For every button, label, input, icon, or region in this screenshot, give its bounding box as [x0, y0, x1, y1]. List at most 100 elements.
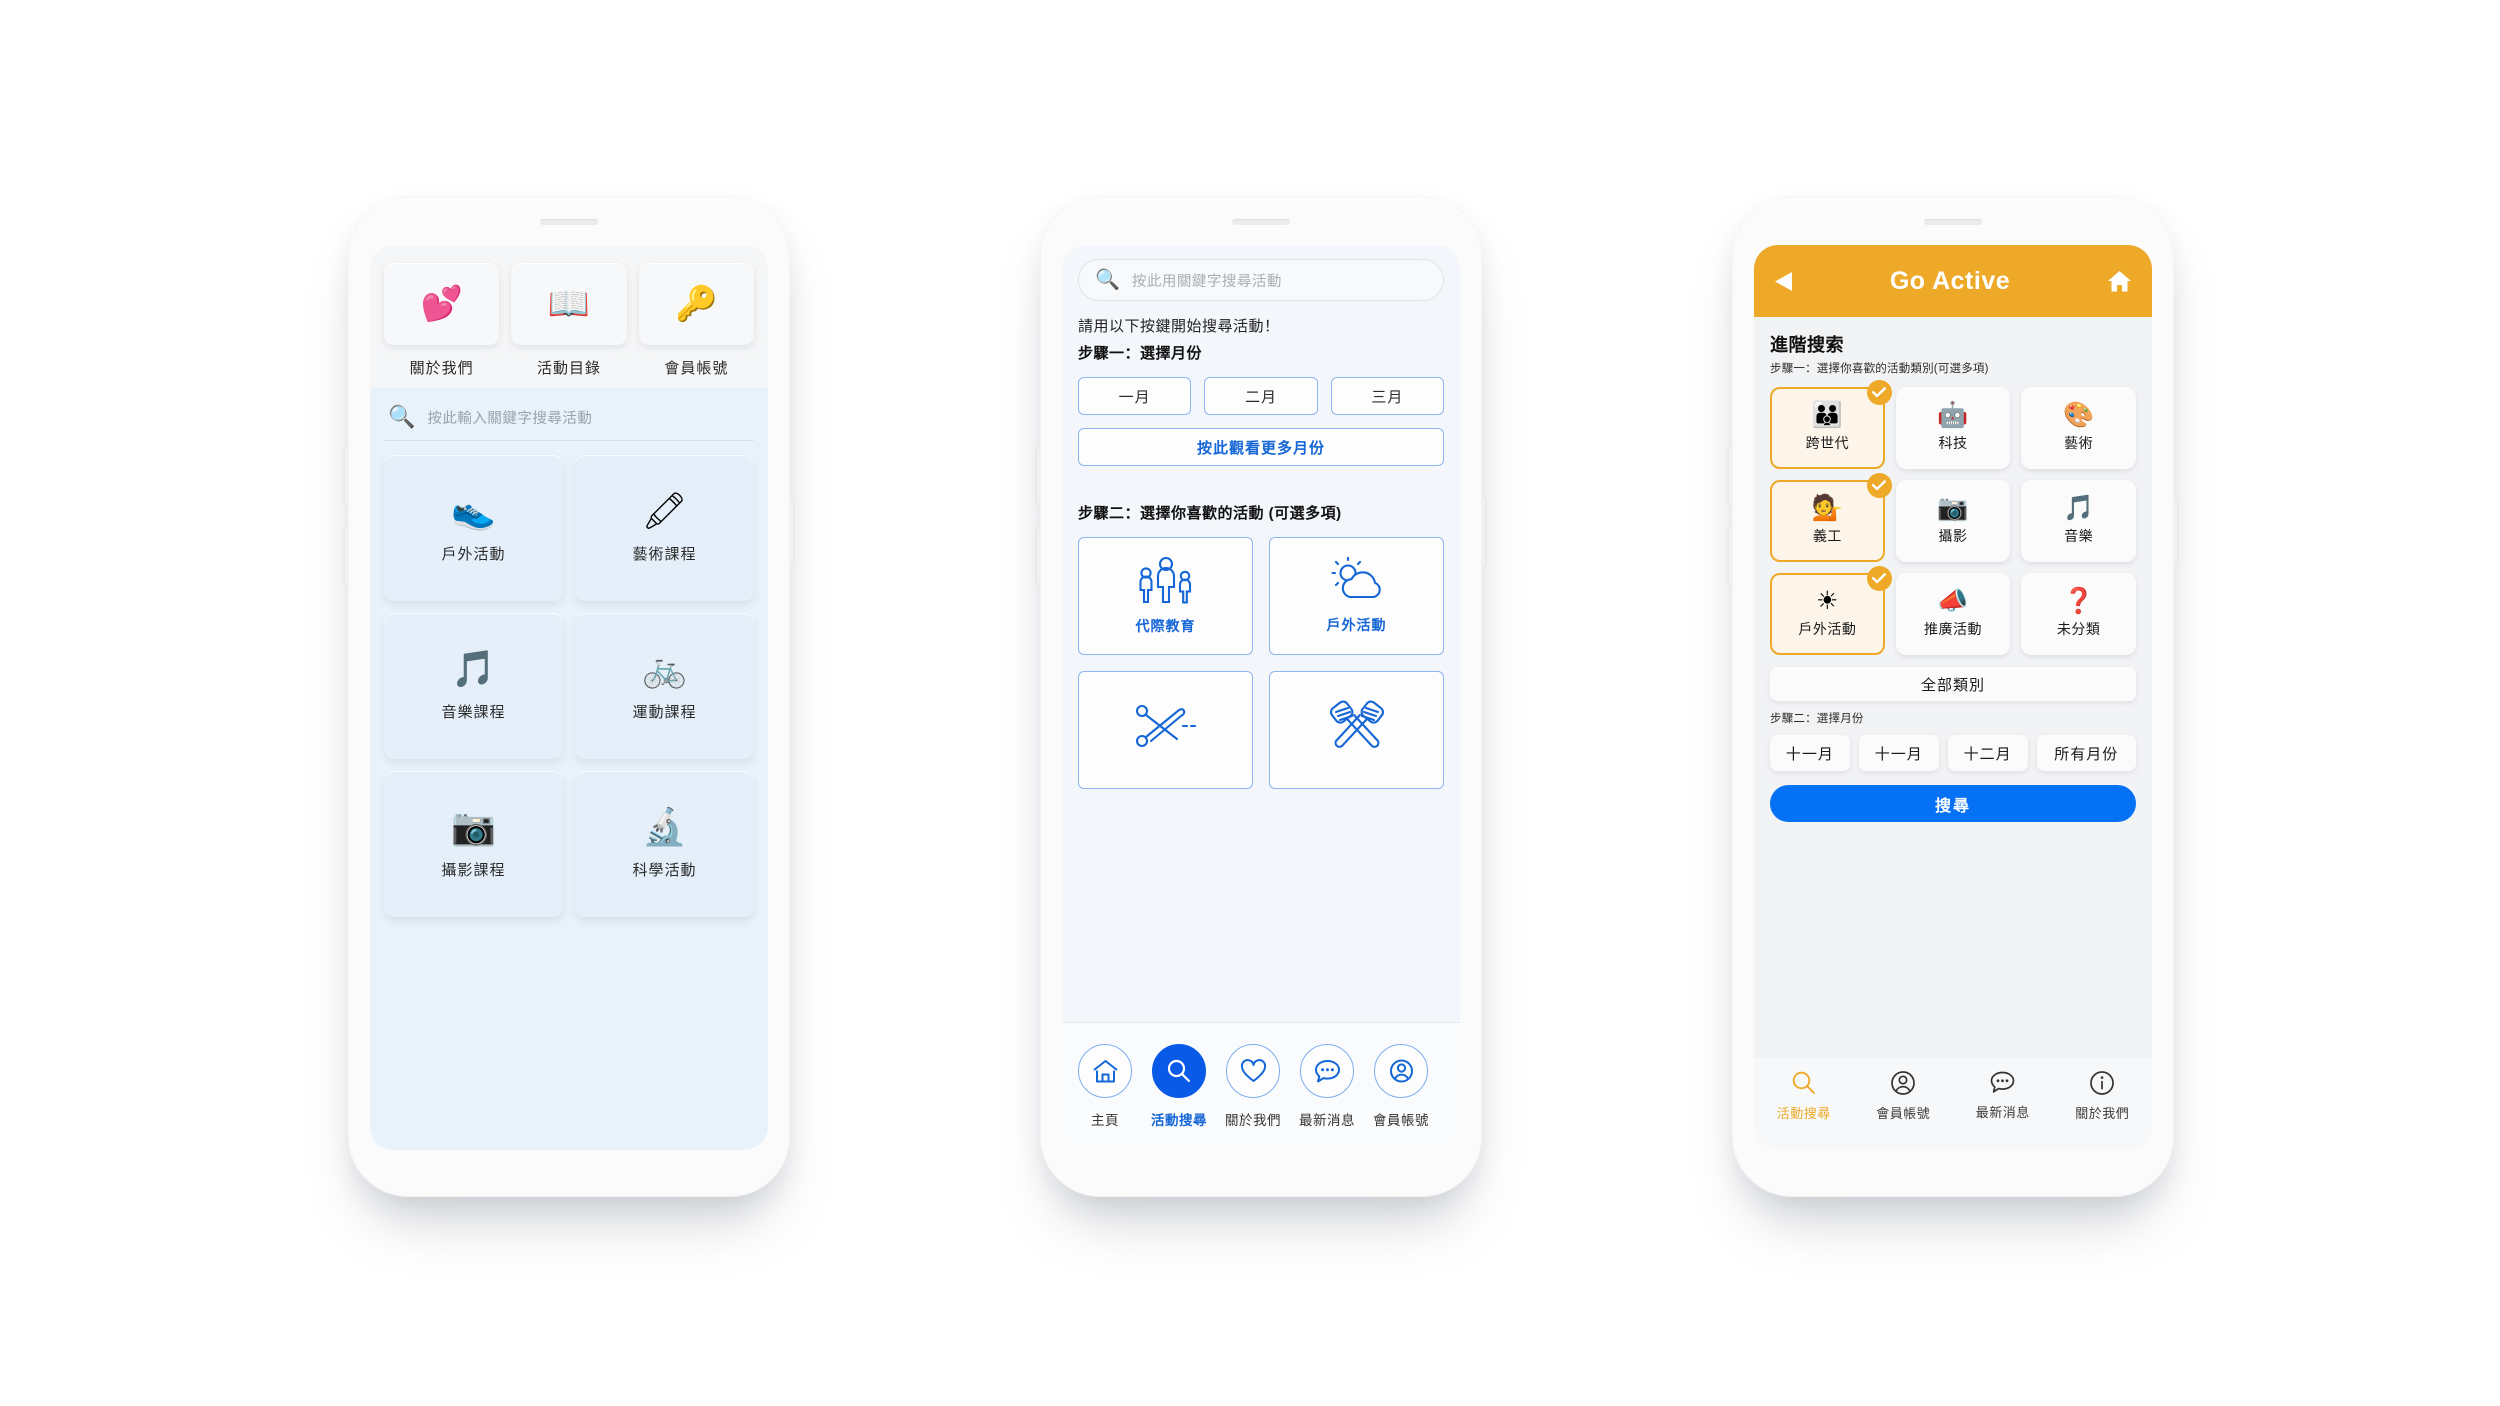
p2-month-button-feb[interactable]: 二月 [1204, 377, 1318, 415]
p2-search-field[interactable]: 🔍 按此用關鍵字搜尋活動 [1078, 259, 1444, 301]
open-book-emoji: 📖 [511, 263, 627, 345]
p2-month-button-jan[interactable]: 一月 [1078, 377, 1192, 415]
volume-down-button [1037, 527, 1041, 585]
p3-category-volunteer[interactable]: 💁 義工 [1770, 473, 1892, 562]
earpiece-speaker [540, 219, 598, 225]
p2-nav-news[interactable]: 最新消息 [1298, 1044, 1356, 1129]
camera-emoji: 📷 [451, 805, 496, 847]
p3-body-section: 進階搜索 步驟一：選擇你喜歡的活動類別(可選多項) 👪 跨世代 🤖 科技 🎨 藝… [1754, 317, 2152, 1058]
sun-cloud-icon [1326, 557, 1388, 607]
p1-card-science[interactable]: 🔬 科學活動 [575, 771, 754, 917]
p1-search-field[interactable]: 🔍 按此輸入關鍵字搜尋活動 [384, 400, 754, 441]
p2-activity-cooking[interactable] [1269, 671, 1444, 789]
p3-nav-news[interactable]: 最新消息 [1960, 1070, 2046, 1121]
two-hearts-emoji: 💕 [384, 263, 500, 345]
phone-mockup-advanced-search: Go Active 進階搜索 步驟一：選擇你喜歡的活動類別(可選多項) 👪 跨世… [1729, 197, 2177, 1197]
p3-nav-label: 活動搜尋 [1776, 1106, 1831, 1121]
p3-category-grid: 👪 跨世代 🤖 科技 🎨 藝術 💁 義工 📷 攝影 🎵 音樂 ☀ 戶外活動 📣 … [1770, 380, 2136, 655]
p2-step2-label: 步驟二：選擇你喜歡的活動 (可選多項) [1078, 505, 1342, 522]
artist-palette-emoji: 🎨 [2063, 401, 2095, 429]
p2-activity-label: 戶外活動 [1326, 617, 1387, 633]
p3-nav-search[interactable]: 活動搜尋 [1761, 1070, 1847, 1122]
p3-category-music[interactable]: 🎵 音樂 [2021, 480, 2136, 562]
p3-month-button-3[interactable]: 十二月 [1947, 735, 2028, 771]
p1-body-section: 🔍 按此輸入關鍵字搜尋活動 👟 戶外活動 🖍 藝術課程 🎵 音樂課程 🚲 運動課… [370, 388, 768, 1150]
p1-card-label: 攝影課程 [441, 861, 506, 879]
family-emoji: 👪 [1811, 401, 1843, 429]
bicycle-emoji: 🚲 [642, 647, 687, 689]
robot-emoji: 🤖 [1937, 401, 1969, 429]
p3-all-categories-button[interactable]: 全部類別 [1770, 667, 2136, 701]
p3-nav-label: 最新消息 [1975, 1105, 2030, 1120]
p1-card-outdoor[interactable]: 👟 戶外活動 [384, 455, 563, 601]
p2-nav-label: 主頁 [1091, 1113, 1119, 1128]
running-shoe-emoji: 👟 [451, 489, 496, 531]
p3-nav-account[interactable]: 會員帳號 [1860, 1070, 1946, 1122]
phone-mockup-search: 🔍 按此用關鍵字搜尋活動 請用以下按鍵開始搜尋活動！ 步驟一：選擇月份 一月 二… [1037, 197, 1485, 1197]
p3-category-intergenerational[interactable]: 👪 跨世代 [1770, 380, 1892, 469]
p2-nav-home[interactable]: 主頁 [1076, 1044, 1134, 1129]
p2-nav-label: 會員帳號 [1373, 1113, 1429, 1128]
p3-category-art[interactable]: 🎨 藝術 [2021, 387, 2136, 469]
p3-category-label: 推廣活動 [1923, 621, 1982, 637]
p1-tile-label: 關於我們 [409, 360, 474, 377]
p2-nav-account[interactable]: 會員帳號 [1372, 1044, 1430, 1129]
p2-activity-hairdressing[interactable] [1078, 671, 1253, 789]
p3-month-button-2[interactable]: 十一月 [1858, 735, 1939, 771]
heart-icon [1226, 1044, 1280, 1098]
p3-category-uncategorized[interactable]: ❓ 未分類 [2021, 573, 2136, 655]
home-icon[interactable] [2107, 270, 2132, 293]
p3-bottom-nav: 活動搜尋 會員帳號 最新消息 關於我們 [1754, 1058, 2152, 1150]
volume-up-button [1729, 447, 1733, 505]
p3-month-buttons: 十一月 十一月 十二月 所有月份 [1770, 735, 2136, 771]
p3-nav-label: 會員帳號 [1876, 1106, 1931, 1121]
search-icon [1152, 1044, 1206, 1098]
p3-month-button-1[interactable]: 十一月 [1770, 735, 1850, 771]
p3-category-outdoor[interactable]: ☀ 戶外活動 [1770, 566, 1892, 655]
camera-emoji: 📷 [1937, 494, 1969, 522]
music-note-emoji: 🎵 [451, 647, 496, 689]
earpiece-speaker [1924, 219, 1982, 225]
p3-app-title: Go Active [1889, 266, 2011, 295]
info-circle-icon [2089, 1070, 2115, 1096]
megaphone-emoji: 📣 [1937, 587, 1969, 615]
magnifier-icon: 🔍 [388, 404, 416, 429]
p1-card-photography[interactable]: 📷 攝影課程 [384, 771, 563, 917]
p1-tile-about[interactable]: 💕 關於我們 [384, 263, 500, 378]
p3-category-promotion[interactable]: 📣 推廣活動 [1895, 573, 2011, 655]
p2-intro-text: 請用以下按鍵開始搜尋活動！ [1078, 318, 1280, 335]
p1-tile-account[interactable]: 🔑 會員帳號 [638, 263, 754, 378]
p2-activity-outdoor[interactable]: 戶外活動 [1269, 537, 1444, 655]
p3-category-photography[interactable]: 📷 攝影 [1895, 480, 2011, 562]
p3-search-button[interactable]: 搜尋 [1770, 785, 2136, 822]
p3-all-months-button[interactable]: 所有月份 [2036, 735, 2136, 771]
p3-category-technology[interactable]: 🤖 科技 [1895, 387, 2011, 469]
p2-month-button-mar[interactable]: 三月 [1330, 377, 1444, 415]
p2-activity-intergenerational[interactable]: 代際教育 [1078, 537, 1253, 655]
p1-category-grid: 👟 戶外活動 🖍 藝術課程 🎵 音樂課程 🚲 運動課程 📷 攝影課程 🔬 科學活… [384, 455, 754, 917]
scissors-comb-icon [1133, 701, 1199, 751]
p2-nav-search[interactable]: 活動搜尋 [1150, 1044, 1208, 1129]
p1-tile-catalog[interactable]: 📖 活動目錄 [511, 263, 627, 378]
p2-activity-grid: 代際教育 戶外活動 [1078, 537, 1444, 789]
p2-scroll-area: 🔍 按此用關鍵字搜尋活動 請用以下按鍵開始搜尋活動！ 步驟一：選擇月份 一月 二… [1062, 245, 1460, 1022]
user-circle-icon [1374, 1044, 1428, 1098]
phone2-screen: 🔍 按此用關鍵字搜尋活動 請用以下按鍵開始搜尋活動！ 步驟一：選擇月份 一月 二… [1062, 245, 1460, 1150]
p1-tile-label: 會員帳號 [664, 360, 729, 377]
p1-card-sports[interactable]: 🚲 運動課程 [575, 613, 754, 759]
p2-nav-about[interactable]: 關於我們 [1224, 1044, 1282, 1129]
power-button [789, 497, 793, 567]
earpiece-speaker [1232, 219, 1290, 225]
p2-nav-label: 活動搜尋 [1151, 1113, 1207, 1128]
user-circle-icon [1890, 1070, 1916, 1096]
p1-card-art[interactable]: 🖍 藝術課程 [575, 455, 754, 601]
p1-card-music[interactable]: 🎵 音樂課程 [384, 613, 563, 759]
p1-search-placeholder: 按此輸入關鍵字搜尋活動 [427, 410, 593, 427]
magnifier-icon: 🔍 [1095, 269, 1120, 291]
p3-nav-about[interactable]: 關於我們 [2059, 1070, 2145, 1122]
p3-category-label: 攝影 [1938, 528, 1968, 544]
back-triangle-icon[interactable] [1774, 271, 1793, 292]
p1-card-label: 戶外活動 [441, 545, 506, 563]
p3-step1-label: 步驟一：選擇你喜歡的活動類別(可選多項) [1770, 363, 1989, 375]
p2-more-months-button[interactable]: 按此觀看更多月份 [1078, 428, 1444, 466]
